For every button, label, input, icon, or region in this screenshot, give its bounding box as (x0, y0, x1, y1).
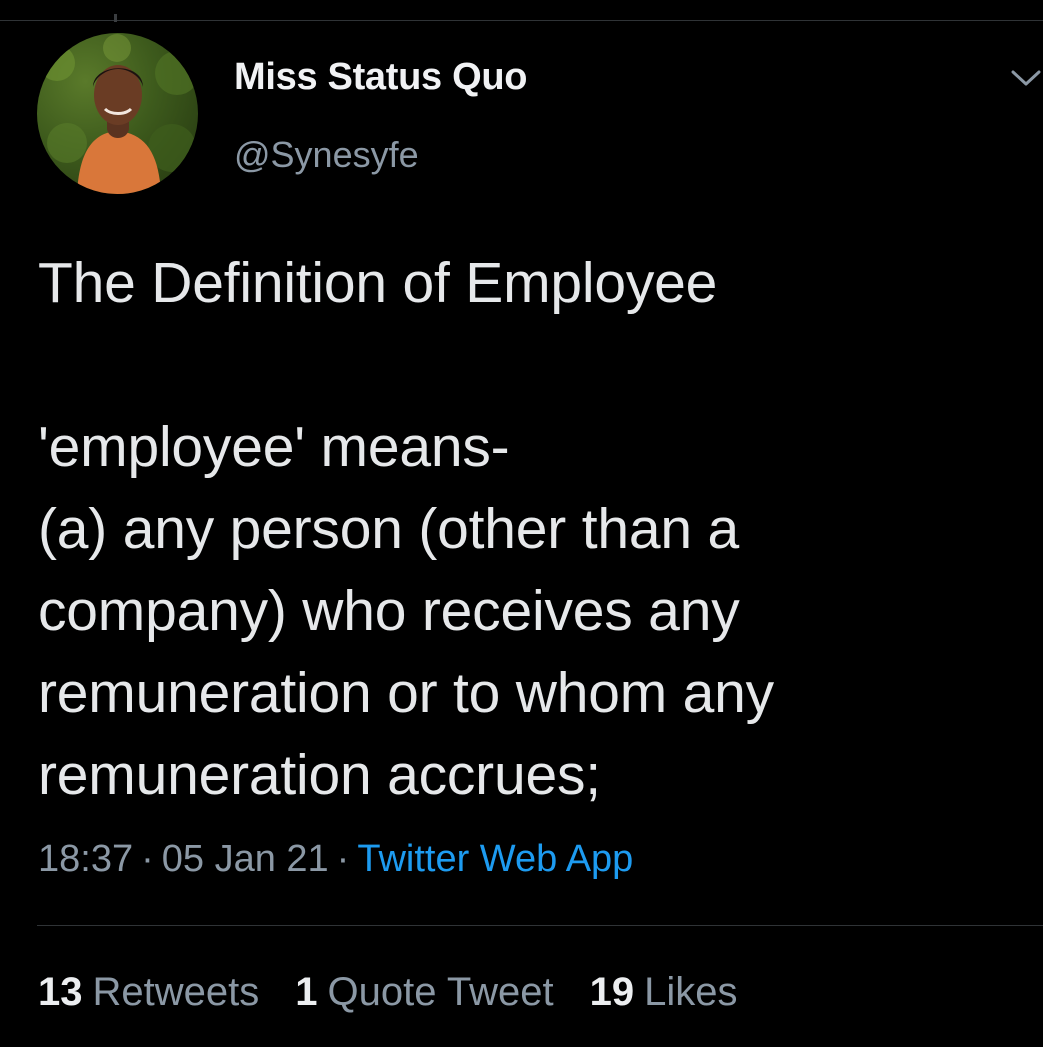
quote-tweets-count: 1 (295, 970, 318, 1014)
retweets-count: 13 (38, 970, 83, 1014)
tweet-time[interactable]: 18:37 (38, 838, 133, 880)
likes-count: 19 (589, 970, 635, 1014)
tweet-source-link[interactable]: Twitter Web App (357, 838, 633, 880)
quote-tweets-stat[interactable]: 1 Quote Tweet (295, 970, 553, 1015)
likes-stat[interactable]: 19 Likes (590, 970, 738, 1015)
top-tick (114, 14, 117, 22)
avatar[interactable] (37, 33, 198, 194)
tweet-date[interactable]: 05 Jan 21 (162, 838, 329, 880)
tweet-line: (a) any person (other than a (38, 497, 739, 561)
quote-tweets-label: Quote Tweet (327, 970, 554, 1014)
tweet-line: 'employee' means- (38, 415, 510, 479)
meta-separator: · (336, 838, 350, 880)
retweets-stat[interactable]: 13 Retweets (38, 970, 259, 1015)
tweet-line: remuneration accrues; (38, 743, 601, 807)
retweets-label: Retweets (92, 970, 260, 1014)
tweet-line: The Definition of Employee (38, 251, 718, 315)
tweet-meta: 18:37 · 05 Jan 21 · Twitter Web App (38, 838, 633, 881)
meta-separator: · (141, 838, 154, 880)
stats-divider (37, 925, 1043, 926)
tweet-stats: 13 Retweets 1 Quote Tweet 19 Likes (38, 970, 773, 1015)
chevron-down-icon[interactable] (1009, 64, 1043, 92)
top-divider (0, 20, 1043, 21)
likes-label: Likes (644, 970, 738, 1014)
tweet-text: The Definition of Employee 'employee' me… (38, 242, 1018, 816)
tweet-line: company) who receives any (38, 579, 740, 643)
tweet-line (38, 324, 1018, 406)
tweet-line: remuneration or to whom any (38, 661, 774, 725)
author-display-name[interactable]: Miss Status Quo (234, 56, 528, 99)
author-handle[interactable]: @Synesyfe (234, 134, 419, 176)
avatar-image (39, 34, 198, 194)
